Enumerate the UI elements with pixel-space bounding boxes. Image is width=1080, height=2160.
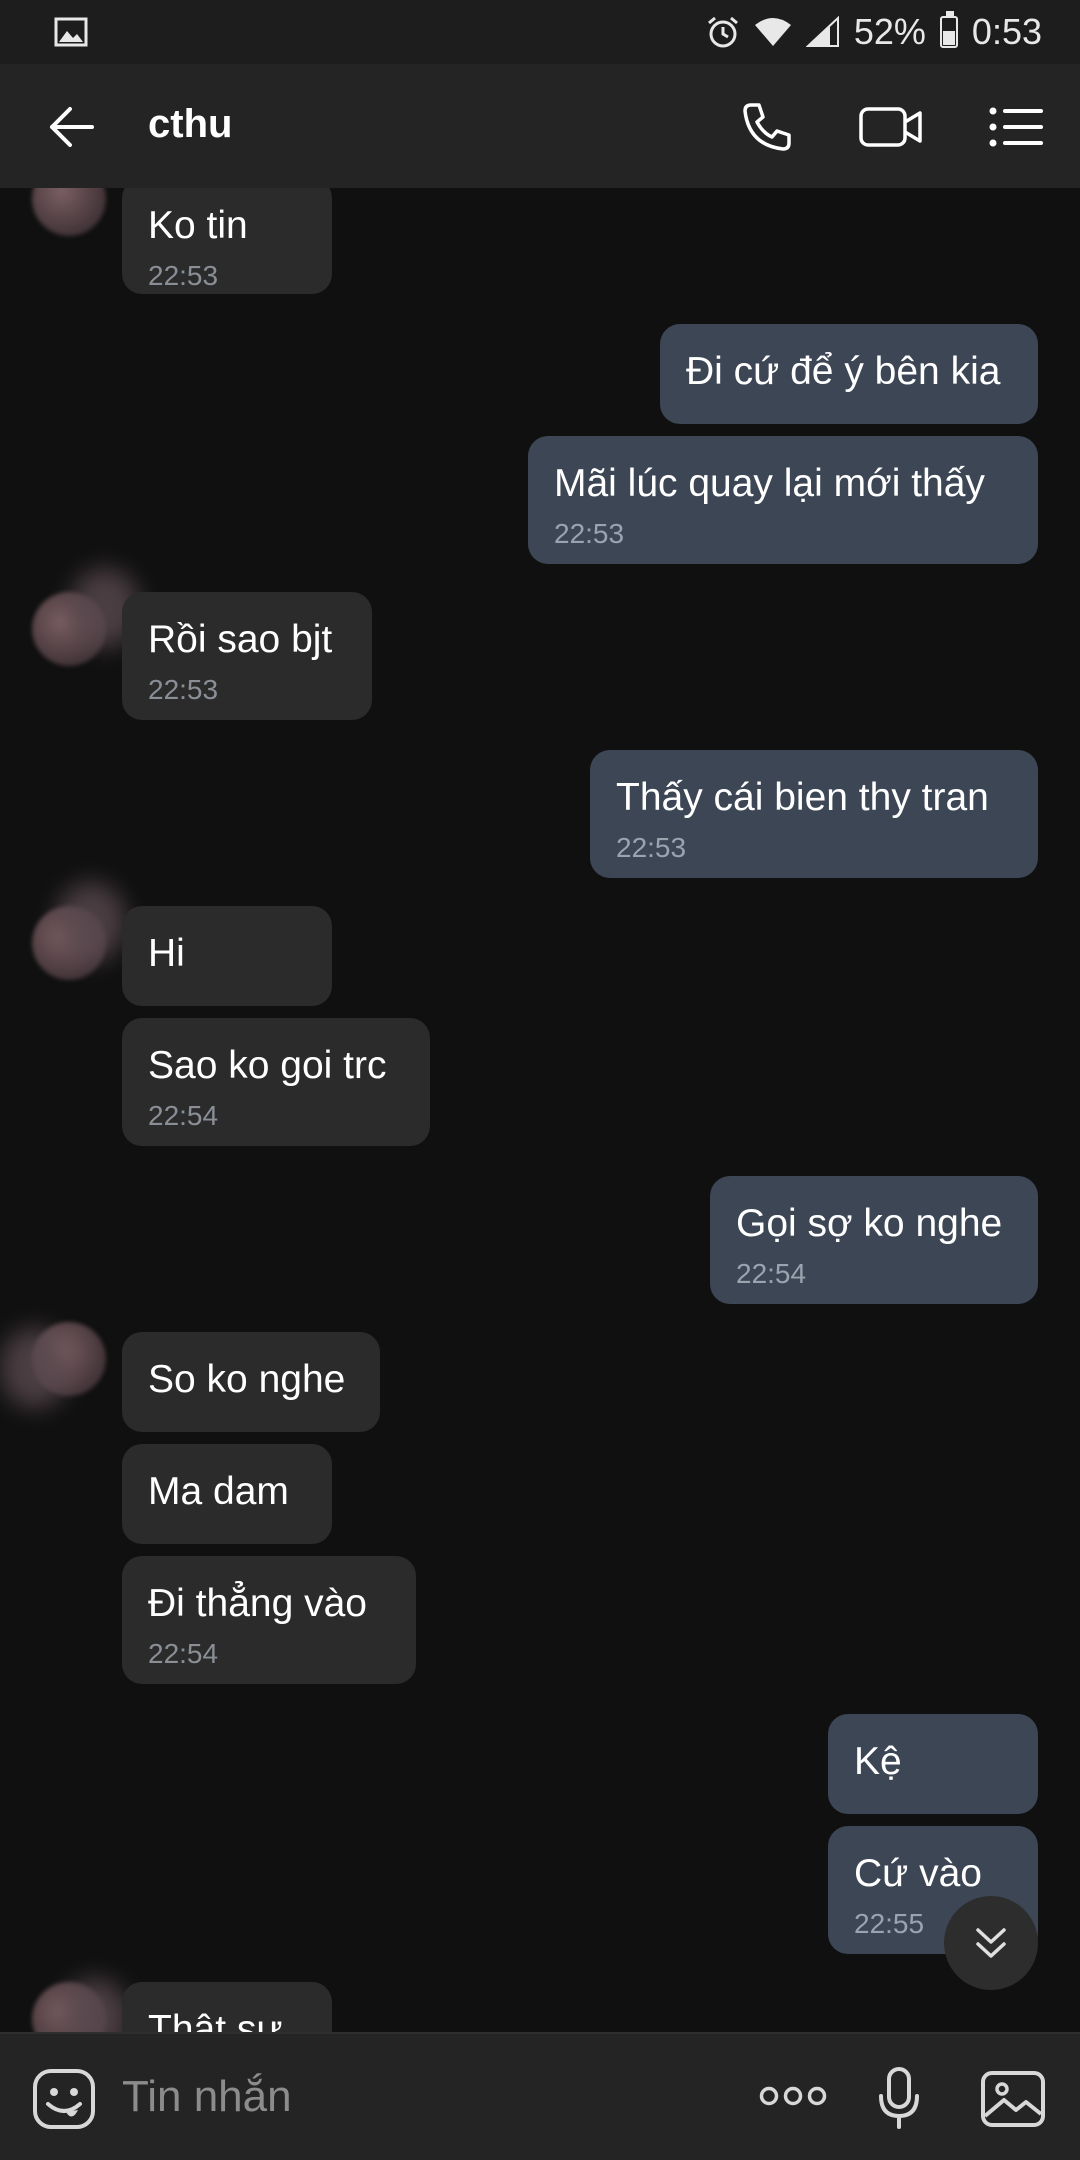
microphone-icon[interactable] [876, 2066, 922, 2135]
message-bubble-incoming[interactable]: Hi [122, 906, 332, 1006]
message-text: Rồi sao bjt [148, 618, 333, 661]
message-time: 22:54 [736, 1258, 807, 1289]
phone-icon[interactable] [734, 94, 800, 160]
gallery-icon[interactable] [980, 2070, 1046, 2133]
chat-header: cthu [0, 64, 1080, 188]
message-bubble-incoming[interactable]: Sao ko goi trc 22:54 [122, 1018, 430, 1146]
message-bubble-incoming[interactable]: So ko nghe [122, 1332, 380, 1432]
message-composer: Tin nhắn [0, 2032, 1080, 2160]
message-text: Thật sự [148, 2008, 283, 2032]
clock: 0:53 [971, 11, 1042, 52]
message-bubble-outgoing[interactable]: Mãi lúc quay lại mới thấy 22:53 [528, 436, 1038, 564]
message-text: Gọi sợ ko nghe [736, 1202, 1003, 1245]
battery-percent: 52% [853, 11, 926, 52]
message-time: 22:53 [148, 674, 219, 705]
message-time: 22:54 [148, 1100, 219, 1131]
message-text: So ko nghe [148, 1358, 346, 1401]
message-text: Ko tin [148, 204, 248, 247]
message-text: Cứ vào [854, 1852, 982, 1895]
alarm-icon [706, 15, 740, 49]
message-text: Mãi lúc quay lại mới thấy [554, 462, 985, 505]
message-bubble-outgoing[interactable]: Kệ [828, 1714, 1038, 1814]
avatar[interactable] [32, 188, 106, 236]
message-text: Sao ko goi trc [148, 1044, 387, 1087]
message-list[interactable]: Ko tin 22:53 Đi cứ để ý bên kia Mãi lúc … [0, 188, 1080, 2032]
message-bubble-incoming[interactable]: Rồi sao bjt 22:53 [122, 592, 372, 720]
scroll-to-bottom-button[interactable] [944, 1896, 1038, 1990]
message-bubble-outgoing[interactable]: Thấy cái bien thy tran 22:53 [590, 750, 1038, 878]
image-icon [54, 17, 88, 52]
message-bubble-incoming[interactable]: Thật sự [122, 1982, 332, 2032]
battery-icon [939, 11, 958, 48]
message-time: 22:53 [616, 832, 687, 863]
message-time: 22:54 [148, 1638, 219, 1669]
message-text: Đi cứ để ý bên kia [686, 350, 1001, 393]
message-input[interactable]: Tin nhắn [122, 2072, 292, 2122]
message-bubble-outgoing[interactable]: Gọi sợ ko nghe 22:54 [710, 1176, 1038, 1304]
message-text: Ma dam [148, 1470, 289, 1513]
double-chevron-down-icon [976, 1928, 1006, 1958]
more-options-icon[interactable] [758, 2084, 828, 2113]
contact-name[interactable]: cthu [148, 102, 232, 147]
message-text: Hi [148, 932, 185, 975]
status-bar: 52% 0:53 [0, 0, 1080, 64]
wifi-icon [754, 17, 792, 47]
message-bubble-outgoing[interactable]: Đi cứ để ý bên kia [660, 324, 1038, 424]
message-text: Đi thẳng vào [148, 1582, 367, 1625]
message-time: 22:55 [854, 1908, 925, 1939]
signal-icon [805, 16, 840, 48]
message-time: 22:53 [148, 260, 219, 291]
message-bubble-incoming[interactable]: Ko tin 22:53 [122, 188, 332, 294]
back-arrow-icon[interactable] [44, 100, 104, 154]
menu-list-icon[interactable] [984, 94, 1050, 160]
video-call-icon[interactable] [858, 94, 924, 160]
message-text: Thấy cái bien thy tran [616, 776, 989, 819]
message-text: Kệ [854, 1740, 902, 1783]
emoji-icon[interactable] [32, 2068, 96, 2135]
message-time: 22:53 [554, 518, 625, 549]
message-bubble-incoming[interactable]: Ma dam [122, 1444, 332, 1544]
message-bubble-incoming[interactable]: Đi thẳng vào 22:54 [122, 1556, 416, 1684]
